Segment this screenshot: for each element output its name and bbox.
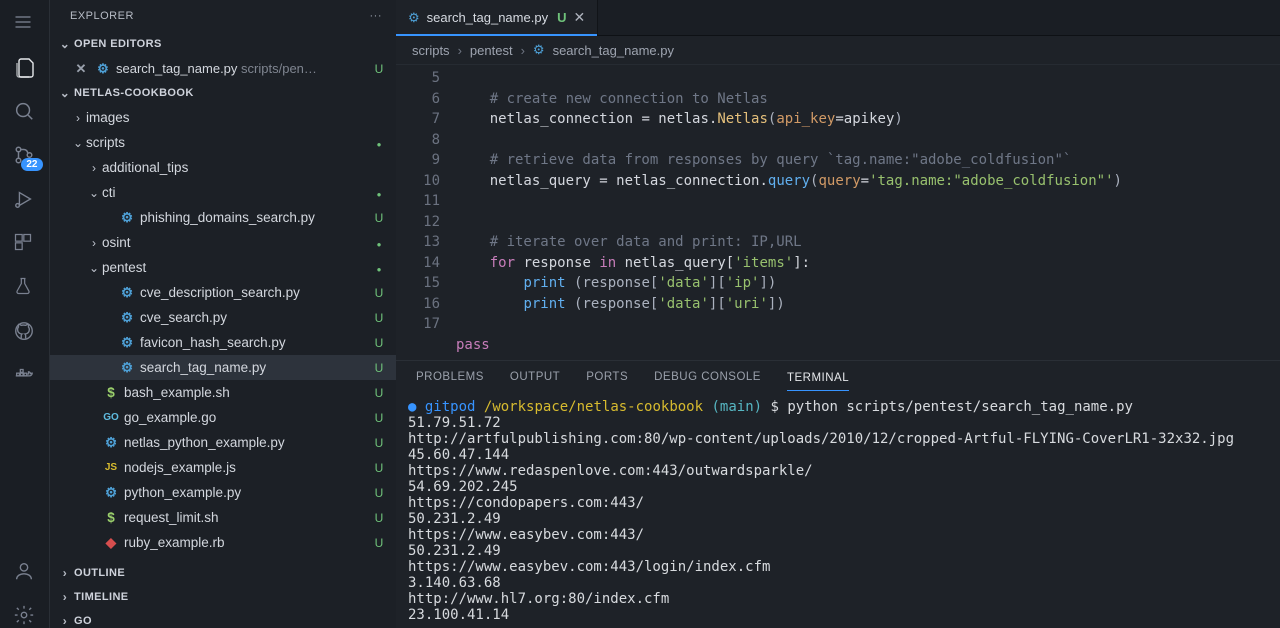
menu-icon[interactable] <box>13 12 37 36</box>
folder-pentest[interactable]: ⌄pentest <box>50 255 396 280</box>
go-icon: GO <box>102 412 120 423</box>
file-netlas-py[interactable]: ⚙netlas_python_example.pyU <box>50 430 396 455</box>
section-outline[interactable]: ›OUTLINE <box>50 561 396 585</box>
python-icon: ⚙ <box>118 360 136 376</box>
python-icon: ⚙ <box>118 335 136 351</box>
code-content[interactable]: # create new connection to Netlas netlas… <box>456 68 1280 360</box>
breadcrumb[interactable]: scripts› pentest› ⚙ search_tag_name.py <box>396 36 1280 65</box>
python-icon: ⚙ <box>533 42 545 58</box>
account-icon[interactable] <box>13 560 37 584</box>
ruby-icon: ◆ <box>102 535 120 551</box>
file-phishing[interactable]: ⚙phishing_domains_search.pyU <box>50 205 396 230</box>
tab-debug-console[interactable]: DEBUG CONSOLE <box>654 371 761 385</box>
tab-bar: ⚙ search_tag_name.py U ✕ <box>396 0 1280 36</box>
extensions-icon[interactable] <box>13 232 37 256</box>
shell-icon: $ <box>102 510 120 525</box>
file-cve-search[interactable]: ⚙cve_search.pyU <box>50 305 396 330</box>
close-icon[interactable]: ✕ <box>72 61 90 77</box>
folder-cti[interactable]: ⌄cti <box>50 180 396 205</box>
github-icon[interactable] <box>13 320 37 344</box>
open-editor-item[interactable]: ✕ ⚙ search_tag_name.py scripts/pen… U <box>50 56 396 81</box>
explorer-title: EXPLORER <box>70 10 370 22</box>
section-timeline[interactable]: ›TIMELINE <box>50 585 396 609</box>
js-icon: JS <box>102 462 120 473</box>
explorer-icon[interactable] <box>13 56 37 80</box>
file-nodejs[interactable]: JSnodejs_example.jsU <box>50 455 396 480</box>
explorer-sidebar: EXPLORER ··· ⌄ OPEN EDITORS ✕ ⚙ search_t… <box>50 0 396 628</box>
tab-search-tag[interactable]: ⚙ search_tag_name.py U ✕ <box>396 0 598 35</box>
tab-problems[interactable]: PROBLEMS <box>416 371 484 385</box>
file-python-ex[interactable]: ⚙python_example.pyU <box>50 480 396 505</box>
python-icon: ⚙ <box>102 485 120 501</box>
file-request-limit[interactable]: $request_limit.shU <box>50 505 396 530</box>
line-gutter: 567891011121314151617 <box>396 68 456 360</box>
docker-icon[interactable] <box>13 364 37 388</box>
search-icon[interactable] <box>13 100 37 124</box>
editor-group: ⚙ search_tag_name.py U ✕ scripts› pentes… <box>396 0 1280 628</box>
tab-terminal[interactable]: TERMINAL <box>787 366 849 391</box>
python-icon: ⚙ <box>102 435 120 451</box>
flask-icon[interactable] <box>13 276 37 300</box>
chevron-down-icon: ⌄ <box>58 37 72 51</box>
close-icon[interactable]: ✕ <box>573 9 585 26</box>
python-icon: ⚙ <box>408 10 420 26</box>
debug-icon[interactable] <box>13 188 37 212</box>
folder-scripts[interactable]: ⌄scripts <box>50 130 396 155</box>
python-icon: ⚙ <box>118 210 136 226</box>
section-open-editors[interactable]: ⌄ OPEN EDITORS <box>50 32 396 56</box>
file-bash[interactable]: $bash_example.shU <box>50 380 396 405</box>
section-go[interactable]: ›GO <box>50 609 396 628</box>
folder-osint[interactable]: ›osint <box>50 230 396 255</box>
activity-bar: 22 <box>0 0 50 628</box>
tab-ports[interactable]: PORTS <box>586 371 628 385</box>
python-icon: ⚙ <box>94 61 112 77</box>
source-control-icon[interactable]: 22 <box>13 144 37 168</box>
file-go[interactable]: GOgo_example.goU <box>50 405 396 430</box>
bottom-panel: PROBLEMS OUTPUT PORTS DEBUG CONSOLE TERM… <box>396 360 1280 628</box>
file-search-tag[interactable]: ⚙search_tag_name.pyU <box>50 355 396 380</box>
file-favicon[interactable]: ⚙favicon_hash_search.pyU <box>50 330 396 355</box>
terminal[interactable]: ● gitpod /workspace/netlas-cookbook (mai… <box>396 395 1280 628</box>
gear-icon[interactable] <box>13 604 37 628</box>
tab-output[interactable]: OUTPUT <box>510 371 560 385</box>
file-cve-desc[interactable]: ⚙cve_description_search.pyU <box>50 280 396 305</box>
code-editor[interactable]: 567891011121314151617 # create new conne… <box>396 65 1280 360</box>
scm-badge: 22 <box>21 158 42 171</box>
panel-tabs: PROBLEMS OUTPUT PORTS DEBUG CONSOLE TERM… <box>396 361 1280 395</box>
python-icon: ⚙ <box>118 285 136 301</box>
file-tree: ›images ⌄scripts ›additional_tips ⌄cti ⚙… <box>50 105 396 561</box>
chevron-down-icon: ⌄ <box>58 86 72 100</box>
more-icon[interactable]: ··· <box>370 10 383 22</box>
python-icon: ⚙ <box>118 310 136 326</box>
file-ruby[interactable]: ◆ruby_example.rbU <box>50 530 396 555</box>
section-project[interactable]: ⌄ NETLAS-COOKBOOK <box>50 81 396 105</box>
shell-icon: $ <box>102 385 120 400</box>
folder-additional-tips[interactable]: ›additional_tips <box>50 155 396 180</box>
folder-images[interactable]: ›images <box>50 105 396 130</box>
